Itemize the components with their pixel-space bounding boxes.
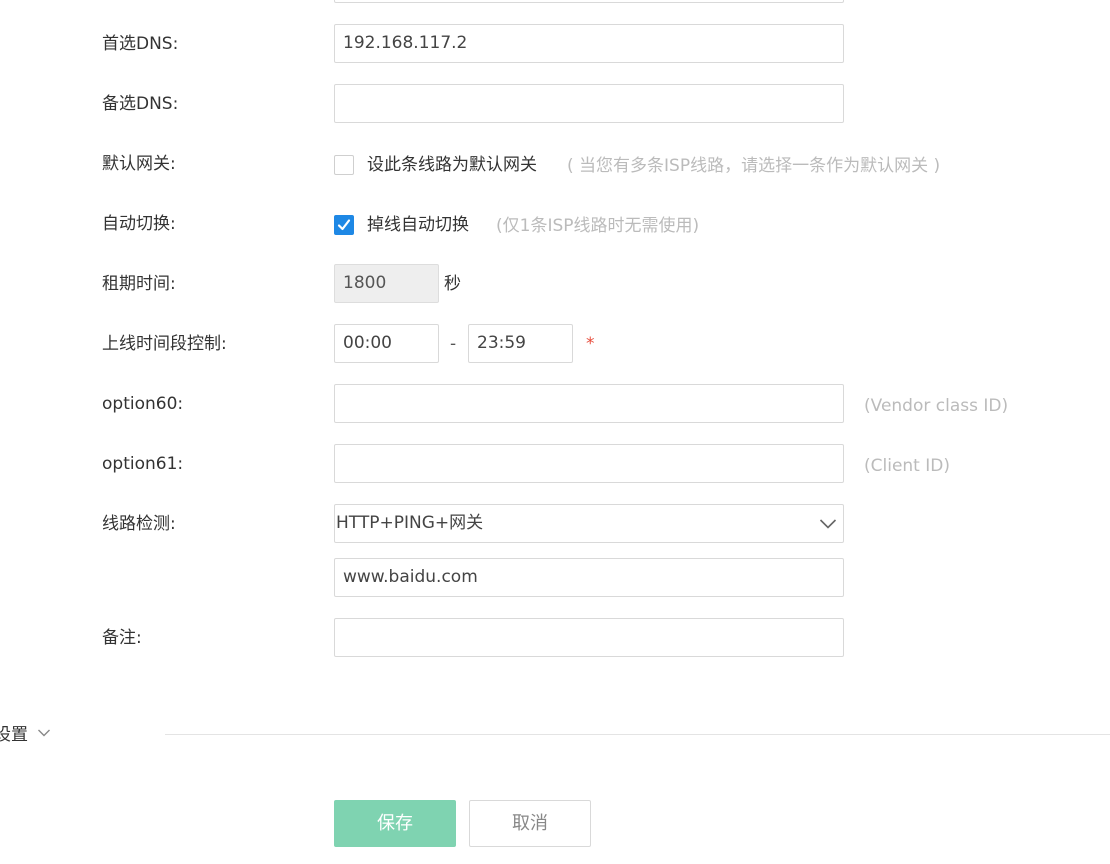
- default-gateway-checkbox-label[interactable]: 设此条线路为默认网关: [367, 153, 537, 177]
- option60-hint: (Vendor class ID): [864, 396, 1009, 416]
- lease-time-label: 租期时间:: [102, 274, 176, 294]
- option61-hint: (Client ID): [864, 456, 950, 476]
- advanced-settings-label: 设置: [0, 725, 28, 745]
- primary-dns-label: 首选DNS:: [102, 34, 179, 54]
- chevron-down-icon: [38, 729, 51, 737]
- line-check-selected-value: HTTP+PING+网关: [336, 513, 484, 533]
- online-time-label: 上线时间段控制:: [102, 334, 227, 354]
- line-check-label: 线路检测:: [102, 514, 176, 534]
- save-button[interactable]: 保存: [334, 800, 456, 847]
- remark-label: 备注:: [102, 628, 142, 648]
- default-gateway-hint: ( 当您有多条ISP线路，请选择一条作为默认网关 ): [567, 156, 941, 176]
- section-divider: [165, 734, 1110, 735]
- secondary-dns-label: 备选DNS:: [102, 94, 179, 114]
- primary-dns-input[interactable]: 192.168.117.2: [334, 24, 844, 63]
- checkmark-icon: [337, 219, 351, 231]
- lease-time-input: 1800: [334, 264, 439, 303]
- option61-input[interactable]: [334, 444, 844, 483]
- cancel-button[interactable]: 取消: [469, 800, 591, 847]
- default-gateway-checkbox[interactable]: [334, 155, 354, 175]
- required-mark: *: [586, 334, 595, 354]
- chevron-down-icon: [819, 519, 837, 529]
- secondary-dns-input[interactable]: [334, 84, 844, 123]
- lease-time-unit: 秒: [444, 274, 461, 294]
- line-check-target-input[interactable]: www.baidu.com: [334, 558, 844, 597]
- option60-input[interactable]: [334, 384, 844, 423]
- auto-switch-checkbox[interactable]: [334, 215, 354, 235]
- auto-switch-hint: (仅1条ISP线路时无需使用): [496, 216, 700, 236]
- previous-field-edge: [334, 0, 844, 3]
- online-time-end-input[interactable]: 23:59: [468, 324, 573, 363]
- option60-label: option60:: [102, 394, 184, 414]
- remark-input[interactable]: [334, 618, 844, 657]
- option61-label: option61:: [102, 454, 184, 474]
- advanced-settings-toggle[interactable]: 设置: [0, 723, 51, 747]
- auto-switch-checkbox-label[interactable]: 掉线自动切换: [367, 213, 469, 237]
- line-check-select[interactable]: HTTP+PING+网关: [334, 504, 844, 543]
- online-time-start-input[interactable]: 00:00: [334, 324, 439, 363]
- auto-switch-label: 自动切换:: [102, 214, 176, 234]
- online-time-separator: -: [450, 334, 457, 354]
- default-gateway-label: 默认网关:: [102, 154, 176, 174]
